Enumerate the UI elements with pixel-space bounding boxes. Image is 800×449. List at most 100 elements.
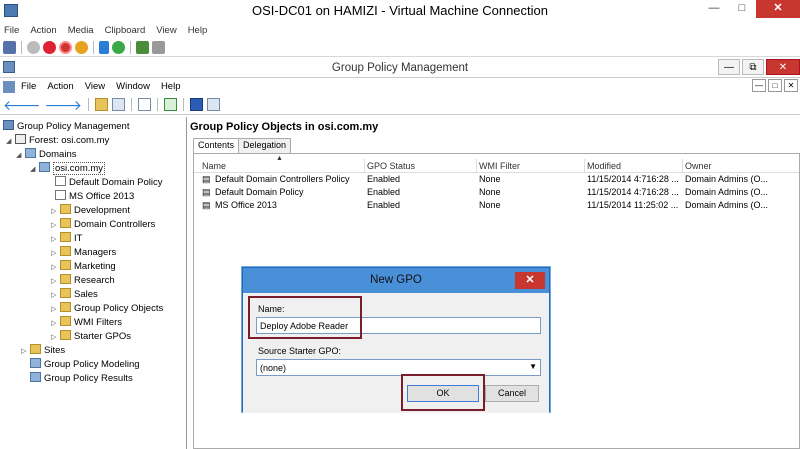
toolbar-separator xyxy=(183,98,185,111)
gpo-container-icon xyxy=(60,302,71,312)
gpm-menu-window[interactable]: Window xyxy=(116,81,150,92)
cancel-button[interactable]: Cancel xyxy=(485,385,539,402)
mdi-close-button[interactable]: ✕ xyxy=(784,79,798,92)
highlight-ok-box xyxy=(401,374,485,411)
tree-item-sales[interactable]: ▷ Sales xyxy=(51,288,98,302)
ou-folder-icon xyxy=(60,260,71,270)
modeling-icon xyxy=(30,358,41,368)
source-starter-label: Source Starter GPO: xyxy=(258,346,342,356)
vm-window-title: OSI-DC01 on HAMIZI - Virtual Machine Con… xyxy=(252,3,548,18)
tree-item-root[interactable]: Group Policy Management xyxy=(3,120,129,134)
gpm-menu-action[interactable]: Action xyxy=(47,81,73,92)
gpm-menu-file[interactable]: File xyxy=(21,81,36,92)
dialog-title: New GPO xyxy=(370,274,422,286)
console-tree: Group Policy Management ◢ Forest: osi.com… xyxy=(0,117,187,449)
tree-item-domain[interactable]: ◢ osi.com.my xyxy=(30,162,106,176)
tree-item-domain-controllers[interactable]: ▷ Domain Controllers xyxy=(51,218,155,232)
column-wmi-filter[interactable]: WMI Filter xyxy=(479,161,520,171)
column-gpo-status[interactable]: GPO Status xyxy=(367,161,415,171)
column-modified[interactable]: Modified xyxy=(587,161,621,171)
gpm-menu-help[interactable]: Help xyxy=(161,81,181,92)
domains-icon xyxy=(25,148,36,158)
mdi-minimize-button[interactable]: — xyxy=(752,79,766,92)
tree-item-managers[interactable]: ▷ Managers xyxy=(51,246,116,260)
tree-item-it[interactable]: ▷ IT xyxy=(51,232,82,246)
gpm-menu-bar: File Action View Window Help — □ ✕ xyxy=(0,78,800,95)
vm-maximize-button[interactable]: □ xyxy=(728,0,756,18)
column-name[interactable]: Name xyxy=(202,161,226,171)
source-starter-select[interactable]: (none) ▼ xyxy=(256,359,541,376)
checkpoint-icon[interactable] xyxy=(136,41,149,54)
vm-menu-help[interactable]: Help xyxy=(188,22,208,39)
vm-menu-action[interactable]: Action xyxy=(30,22,56,39)
table-row[interactable]: ▤ MS Office 2013 Enabled None 11/15/2014… xyxy=(194,200,799,213)
tree-item-group-policy-objects[interactable]: ▷ Group Policy Objects xyxy=(51,302,163,316)
domain-icon xyxy=(39,162,50,172)
help-icon[interactable] xyxy=(190,98,204,111)
table-row[interactable]: ▤ Default Domain Policy Enabled None 11/… xyxy=(194,187,799,200)
toolbar-separator xyxy=(131,98,133,111)
toolbar-separator xyxy=(93,41,94,54)
tree-item-results[interactable]: Group Policy Results xyxy=(30,372,133,386)
up-folder-icon[interactable] xyxy=(95,98,109,111)
ou-folder-icon xyxy=(60,232,71,242)
chevron-down-icon: ▼ xyxy=(529,362,537,371)
tree-item-domains[interactable]: ◢ Domains xyxy=(16,148,77,162)
pause-icon[interactable] xyxy=(99,41,109,54)
highlight-name-box xyxy=(248,296,362,339)
save-icon[interactable] xyxy=(75,41,88,54)
start-icon[interactable] xyxy=(27,41,40,54)
vm-title-bar: OSI-DC01 on HAMIZI - Virtual Machine Con… xyxy=(0,0,800,22)
refresh-icon[interactable] xyxy=(164,98,178,111)
ctrl-alt-del-icon[interactable] xyxy=(3,41,16,54)
tree-item-modeling[interactable]: Group Policy Modeling xyxy=(30,358,140,372)
toolbar-separator xyxy=(130,41,131,54)
show-hide-tree-icon[interactable] xyxy=(112,98,126,111)
gpm-close-button[interactable]: ✕ xyxy=(766,59,800,75)
results-icon xyxy=(30,372,41,382)
tree-item-wmi-filters[interactable]: ▷ WMI Filters xyxy=(51,316,122,330)
tree-item-ms-office-2013[interactable]: MS Office 2013 xyxy=(55,190,134,204)
gpm-title-bar: Group Policy Management — ⧉ ✕ xyxy=(0,58,800,78)
gpm-maximize-button[interactable]: ⧉ xyxy=(742,59,764,75)
vm-menu-view[interactable]: View xyxy=(156,22,176,39)
gpm-menu-icon[interactable] xyxy=(3,80,15,93)
tab-delegation[interactable]: Delegation xyxy=(238,138,292,153)
new-gpo-dialog: New GPO ✕ Name: Deploy Adobe Reader Sour… xyxy=(242,267,550,413)
sort-asc-icon: ▲ xyxy=(276,155,283,162)
gpo-icon: ▤ xyxy=(202,200,211,210)
vm-menu-media[interactable]: Media xyxy=(68,22,94,39)
shut-down-icon[interactable] xyxy=(59,41,72,54)
gpm-minimize-button[interactable]: — xyxy=(718,59,740,75)
dialog-close-button[interactable]: ✕ xyxy=(515,272,545,289)
starter-gpo-folder-icon xyxy=(60,330,71,340)
vm-close-button[interactable]: ✕ xyxy=(756,0,800,18)
properties-icon[interactable] xyxy=(138,98,152,111)
view-icon[interactable] xyxy=(207,98,221,111)
tree-item-development[interactable]: ▷ Development xyxy=(51,204,130,218)
mdi-maximize-button[interactable]: □ xyxy=(768,79,782,92)
gpm-menu-view[interactable]: View xyxy=(85,81,105,92)
ou-folder-icon xyxy=(60,288,71,298)
vm-minimize-button[interactable]: — xyxy=(700,0,728,18)
tree-item-forest[interactable]: ◢ Forest: osi.com.my xyxy=(6,134,109,148)
gpo-link-icon xyxy=(55,176,66,186)
back-arrow-icon[interactable]: 🡐 xyxy=(3,98,41,112)
tree-item-marketing[interactable]: ▷ Marketing xyxy=(51,260,116,274)
tree-item-starter-gpos[interactable]: ▷ Starter GPOs xyxy=(51,330,131,344)
ou-folder-icon xyxy=(60,218,71,228)
tab-contents[interactable]: Contents xyxy=(193,138,240,153)
reset-icon[interactable] xyxy=(112,41,125,54)
table-row[interactable]: ▤ Default Domain Controllers Policy Enab… xyxy=(194,174,799,187)
turn-off-icon[interactable] xyxy=(43,41,56,54)
tree-item-default-domain-policy[interactable]: Default Domain Policy xyxy=(55,176,162,190)
vm-menu-clipboard[interactable]: Clipboard xyxy=(105,22,146,39)
tree-item-research[interactable]: ▷ Research xyxy=(51,274,115,288)
toolbar-separator xyxy=(157,98,159,111)
gpo-icon: ▤ xyxy=(202,187,211,197)
revert-icon[interactable] xyxy=(152,41,165,54)
forward-arrow-icon[interactable]: 🡒 xyxy=(45,98,83,112)
vm-menu-file[interactable]: File xyxy=(4,22,19,39)
column-owner[interactable]: Owner xyxy=(685,161,712,171)
tree-item-sites[interactable]: ▷ Sites xyxy=(21,344,65,358)
